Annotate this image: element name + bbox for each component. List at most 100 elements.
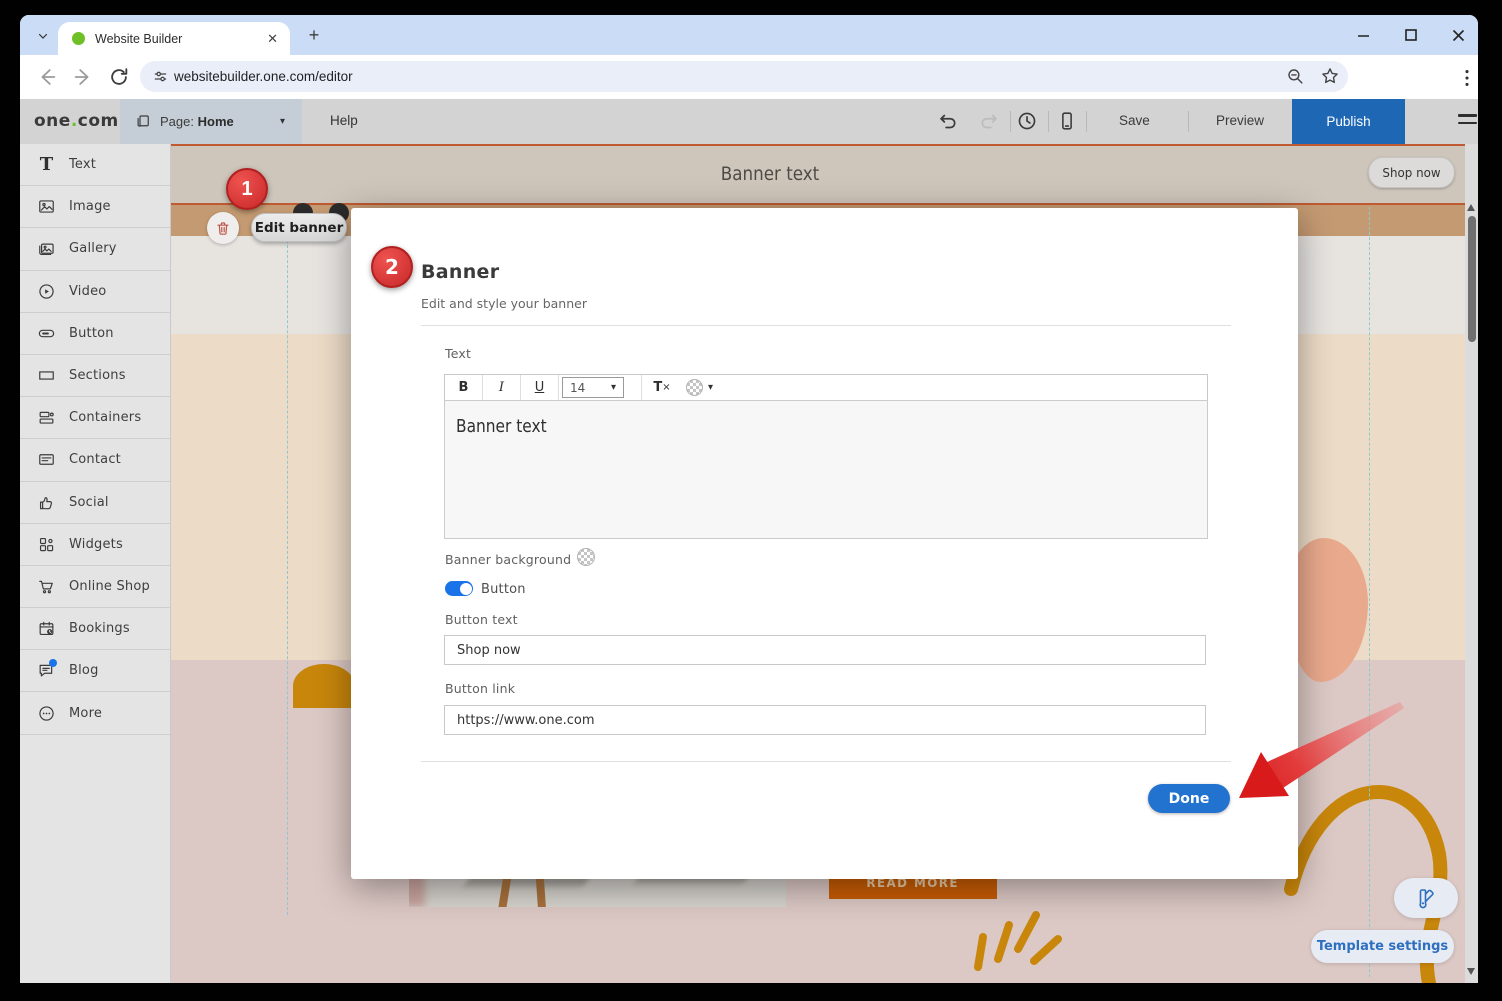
button-link-input[interactable] xyxy=(444,705,1206,735)
zoom-out-icon[interactable] xyxy=(1286,67,1305,86)
one-com-logo: one.com xyxy=(34,111,119,131)
sidebar-item-gallery[interactable]: Gallery xyxy=(20,228,170,270)
banner-shop-now-button[interactable]: Shop now xyxy=(1368,157,1454,188)
richtext-toolbar: B I U 14▾ T× ▾ xyxy=(444,374,1208,401)
bold-button[interactable]: B xyxy=(445,375,483,400)
template-settings-button[interactable]: Template settings xyxy=(1311,930,1454,963)
tab-search-button[interactable] xyxy=(30,23,56,49)
color-swatch-icon xyxy=(686,379,703,396)
page-label: Page: Home xyxy=(160,114,234,129)
annotation-step-2: 2 xyxy=(371,246,413,288)
maximize-button[interactable] xyxy=(1396,21,1426,49)
button-link-label: Button link xyxy=(445,681,515,696)
publish-button[interactable]: Publish xyxy=(1292,99,1405,144)
undo-icon[interactable] xyxy=(937,110,959,132)
pages-icon xyxy=(134,113,152,131)
sidebar-item-blog[interactable]: Blog xyxy=(20,650,170,692)
font-size-select[interactable]: 14▾ xyxy=(562,377,624,398)
sections-icon xyxy=(37,366,56,385)
sidebar-item-more[interactable]: More xyxy=(20,692,170,734)
button-text-input[interactable] xyxy=(444,635,1206,665)
close-icon xyxy=(1452,29,1465,42)
text-color-button[interactable]: ▾ xyxy=(682,375,717,400)
builder-menu-icon[interactable] xyxy=(1458,114,1477,129)
page-caret-icon: ▾ xyxy=(280,116,285,127)
browser-titlebar: Website Builder ✕ + xyxy=(20,15,1478,55)
more-icon xyxy=(37,704,56,723)
banner-background-swatch[interactable] xyxy=(577,548,595,566)
banner-text-editor[interactable]: Banner text xyxy=(444,400,1208,539)
banner-background-label: Banner background xyxy=(445,552,571,567)
text-icon: T xyxy=(37,155,56,174)
sidebar-item-image[interactable]: Image xyxy=(20,186,170,228)
site-info-icon[interactable] xyxy=(152,68,169,85)
browser-menu-icon[interactable] xyxy=(1456,67,1478,89)
sidebar-item-text[interactable]: T Text xyxy=(20,144,170,186)
site-banner[interactable]: Banner text Shop now xyxy=(171,146,1465,203)
sidebar-item-sections[interactable]: Sections xyxy=(20,355,170,397)
video-icon xyxy=(37,282,56,301)
sidebar-item-bookings[interactable]: Bookings xyxy=(20,608,170,650)
page-selector[interactable]: Page: Home ▾ xyxy=(120,99,302,144)
hero-halfdisc-shape xyxy=(293,664,355,708)
new-tab-button[interactable]: + xyxy=(303,24,325,46)
back-icon[interactable] xyxy=(36,66,58,88)
underline-button[interactable]: U xyxy=(521,375,559,400)
modal-subtitle: Edit and style your banner xyxy=(421,296,587,311)
sidebar-item-button[interactable]: Button xyxy=(20,313,170,355)
site-banner-text[interactable]: Banner text xyxy=(243,163,1297,185)
scroll-up-icon[interactable] xyxy=(1467,204,1475,211)
widgets-icon xyxy=(37,535,56,554)
hero-blob-shape xyxy=(1286,538,1368,682)
sidebar-item-contact[interactable]: Contact xyxy=(20,439,170,481)
sidebar-item-video[interactable]: Video xyxy=(20,271,170,313)
button-toggle[interactable] xyxy=(445,581,473,596)
history-icon[interactable] xyxy=(1016,110,1038,132)
sidebar-item-containers[interactable]: Containers xyxy=(20,397,170,439)
toolbar-divider xyxy=(1010,111,1011,132)
sidebar-item-online-shop[interactable]: Online Shop xyxy=(20,566,170,608)
save-button[interactable]: Save xyxy=(1119,113,1150,128)
tab-close-icon[interactable]: ✕ xyxy=(267,31,278,47)
color-caret-icon: ▾ xyxy=(708,382,713,393)
scrollbar-thumb[interactable] xyxy=(1468,216,1476,342)
url-text: websitebuilder.one.com/editor xyxy=(174,69,353,84)
reload-icon[interactable] xyxy=(108,66,130,88)
forward-icon[interactable] xyxy=(72,66,94,88)
banner-edit-modal: 2 Banner Edit and style your banner Text… xyxy=(351,208,1298,879)
site-canvas: Banner text Shop now Home xyxy=(171,144,1478,983)
italic-button[interactable]: I xyxy=(483,375,521,400)
preview-button[interactable]: Preview xyxy=(1216,113,1264,128)
contact-icon xyxy=(37,450,56,469)
sidebar-item-widgets[interactable]: Widgets xyxy=(20,524,170,566)
annotation-step-1: 1 xyxy=(226,168,268,210)
template-style-button[interactable] xyxy=(1394,878,1458,918)
delete-banner-button[interactable] xyxy=(207,212,239,244)
online-shop-icon xyxy=(37,577,56,596)
mobile-preview-icon[interactable] xyxy=(1056,110,1078,132)
layout-guide-right xyxy=(1369,207,1370,977)
browser-tab[interactable]: Website Builder ✕ xyxy=(58,22,290,55)
canvas-scrollbar[interactable] xyxy=(1465,144,1478,983)
close-window-button[interactable] xyxy=(1443,21,1473,49)
clear-format-button[interactable]: T× xyxy=(642,375,682,400)
element-sidebar: T Text Image Gallery Video Button Sec xyxy=(20,144,171,983)
url-bar[interactable]: websitebuilder.one.com/editor xyxy=(140,61,1348,92)
workspace: T Text Image Gallery Video Button Sec xyxy=(20,144,1478,983)
banner-text-value: Banner text xyxy=(456,417,547,437)
image-icon xyxy=(37,197,56,216)
toolbar-divider xyxy=(1048,111,1049,132)
help-menu[interactable]: Help xyxy=(330,113,358,128)
browser-navbar: websitebuilder.one.com/editor xyxy=(20,55,1478,99)
tab-favicon xyxy=(72,32,85,45)
scroll-down-icon[interactable] xyxy=(1467,968,1475,975)
edit-banner-tooltip[interactable]: Edit banner xyxy=(251,213,347,242)
screen: Website Builder ✕ + websitebuilder.one.c… xyxy=(0,0,1502,1001)
bookmark-star-icon[interactable] xyxy=(1320,66,1340,86)
redo-icon[interactable] xyxy=(978,110,1000,132)
button-text-label: Button text xyxy=(445,612,518,627)
sidebar-item-social[interactable]: Social xyxy=(20,482,170,524)
toggle-knob xyxy=(460,583,472,595)
chevron-down-icon xyxy=(37,30,49,42)
minimize-button[interactable] xyxy=(1348,21,1378,49)
